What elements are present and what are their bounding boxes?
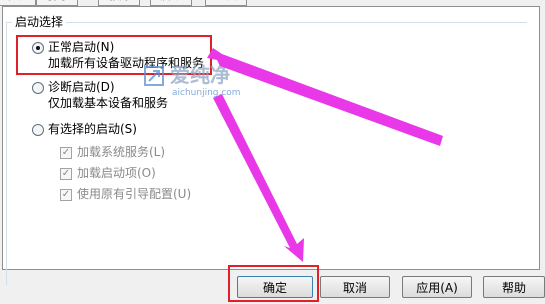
watermark-url: aichunjing.com [172, 88, 241, 98]
load-system-services-label: 加载系统服务(L) [77, 145, 166, 159]
selective-startup-radio[interactable] [32, 124, 44, 136]
watermark-logo-icon [144, 66, 164, 86]
cancel-button[interactable]: 取消 [320, 276, 390, 298]
highlight-box-ok-button [228, 265, 319, 302]
diagnostic-startup-radio[interactable] [32, 82, 44, 94]
load-startup-items-checkbox[interactable]: ✓ [60, 168, 72, 180]
use-original-boot-config-checkbox[interactable]: ✓ [60, 189, 72, 201]
help-button[interactable]: 帮助 [483, 276, 545, 298]
use-original-boot-config-label: 使用原有引导配置(U) [77, 187, 192, 201]
watermark: 爱纯净 aichunjing.com [142, 62, 282, 104]
load-startup-items-label: 加载启动项(O) [77, 166, 156, 180]
group-title: 启动选择 [12, 14, 67, 30]
diagnostic-startup-label[interactable]: 诊断启动(D) [48, 79, 115, 95]
watermark-brand: 爱纯净 [170, 63, 230, 87]
load-system-services-checkbox[interactable]: ✓ [60, 147, 72, 159]
selective-startup-label[interactable]: 有选择的启动(S) [48, 121, 137, 137]
apply-button[interactable]: 应用(A) [402, 276, 472, 298]
